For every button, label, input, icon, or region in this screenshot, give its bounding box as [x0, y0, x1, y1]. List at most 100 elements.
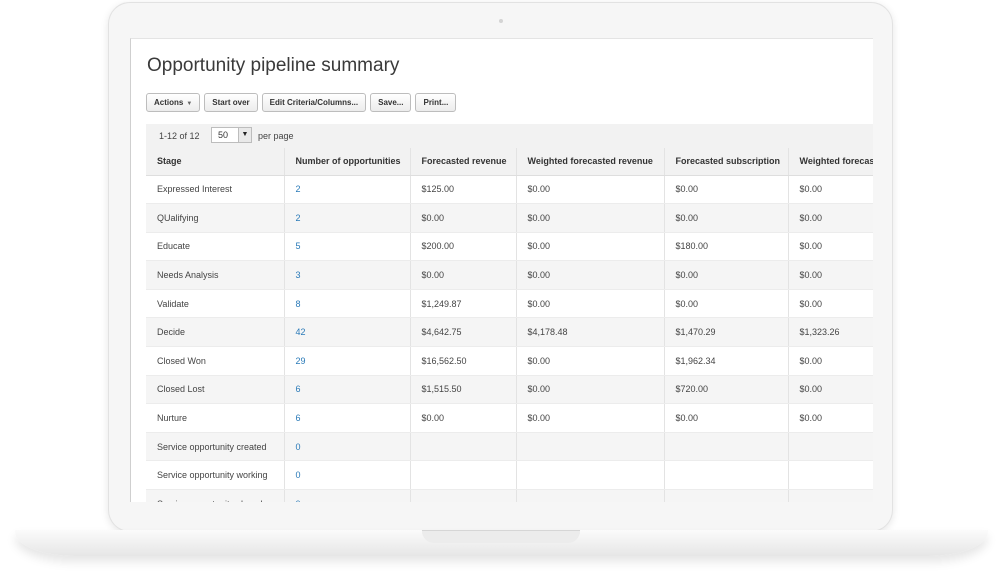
stage-cell: Validate: [146, 289, 285, 319]
stage-cell: Service opportunity working: [146, 460, 285, 491]
start-over-button[interactable]: Start over: [204, 93, 258, 112]
value-cell: $0.00: [788, 232, 873, 262]
column-header[interactable]: Stage: [146, 148, 285, 176]
value-cell: $0.00: [516, 375, 665, 405]
value-cell: $0.00: [788, 175, 873, 205]
table-row: Educate 5 $200.00 $0.00 $180.00 $0.00: [146, 232, 873, 262]
camera-dot: [499, 19, 503, 23]
actions-button[interactable]: Actions ▼: [146, 93, 201, 112]
opportunity-count-link[interactable]: 6: [284, 403, 411, 433]
stage-cell: Expressed Interest: [146, 175, 285, 205]
value-cell: [788, 489, 873, 502]
value-cell: $0.00: [788, 289, 873, 319]
pager-bar: 1-12 of 12 50 ▼ per page: [146, 124, 873, 148]
pipeline-table: Stage Number of opportunities Forecasted r…: [146, 148, 873, 502]
value-cell: $1,323.26: [788, 317, 873, 348]
table-row: Closed Lost 6 $1,515.50 $0.00 $720.00 $0.00: [146, 375, 873, 405]
value-cell: $4,178.48: [516, 317, 665, 348]
value-cell: $1,249.87: [410, 289, 517, 319]
stage-cell: Service opportunity created: [146, 432, 285, 462]
value-cell: $180.00: [664, 232, 789, 262]
value-cell: $1,962.34: [664, 346, 789, 376]
value-cell: $0.00: [516, 346, 665, 376]
value-cell: $16,562.50: [410, 346, 517, 376]
value-cell: [788, 432, 873, 462]
value-cell: $0.00: [516, 403, 665, 433]
table-body: Expressed Interest 2 $125.00 $0.00 $0.00 $0.0…: [146, 175, 873, 502]
value-cell: $0.00: [410, 203, 517, 233]
table-row: Service opportunity closed0: [146, 489, 873, 502]
opportunity-count-link[interactable]: 8: [284, 289, 411, 319]
value-cell: [664, 489, 789, 502]
value-cell: $125.00: [410, 175, 517, 205]
column-header[interactable]: Weighted forecasted subscription: [788, 148, 873, 176]
value-cell: $0.00: [410, 260, 517, 290]
opportunity-count-link[interactable]: 5: [284, 232, 411, 262]
value-cell: $0.00: [516, 260, 665, 290]
record-count: 1-12 of 12: [159, 131, 200, 141]
column-header[interactable]: Forecasted revenue: [410, 148, 517, 176]
value-cell: $1,470.29: [664, 317, 789, 348]
toolbar: Actions ▼ Start over Edit Criteria/Column…: [146, 93, 457, 112]
value-cell: [516, 432, 665, 462]
stage-cell: Service opportunity closed: [146, 489, 285, 502]
print-button[interactable]: Print...: [415, 93, 457, 112]
stage-cell: Needs Analysis: [146, 260, 285, 290]
opportunity-count-link[interactable]: 29: [284, 346, 411, 376]
opportunity-count-link[interactable]: 0: [284, 489, 411, 502]
table-row: Service opportunity working 0: [146, 460, 873, 491]
value-cell: $4,642.75: [410, 317, 517, 348]
value-cell: $0.00: [664, 403, 789, 433]
opportunity-count-link[interactable]: 2: [284, 175, 411, 205]
save-button[interactable]: Save...: [370, 93, 412, 112]
screen: Opportunity pipeline summary Actions ▼ St…: [130, 38, 873, 502]
stage-cell: Closed Lost: [146, 375, 285, 405]
value-cell: $0.00: [788, 375, 873, 405]
opportunity-count-link[interactable]: 0: [284, 432, 411, 462]
dropdown-arrow-icon[interactable]: ▼: [238, 128, 251, 142]
stage-cell: Closed Won: [146, 346, 285, 376]
value-cell: $1,515.50: [410, 375, 517, 405]
value-cell: $0.00: [664, 289, 789, 319]
edit-criteria-button[interactable]: Edit Criteria/Columns...: [261, 93, 367, 112]
laptop-notch: [422, 530, 580, 543]
value-cell: $0.00: [516, 175, 665, 205]
value-cell: $0.00: [516, 289, 665, 319]
opportunity-count-link[interactable]: 0: [284, 460, 411, 491]
value-cell: $720.00: [664, 375, 789, 405]
value-cell: $0.00: [788, 260, 873, 290]
value-cell: $0.00: [788, 403, 873, 433]
column-header[interactable]: Forecasted subscription: [664, 148, 789, 176]
value-cell: [664, 460, 789, 491]
value-cell: $0.00: [664, 175, 789, 205]
table-row: Needs Analysis 3 $0.00 $0.00 $0.00 $0.00: [146, 260, 873, 290]
table-row: Closed Won 29 $16,562.50 $0.00 $1,962.34 $0.0…: [146, 346, 873, 376]
opportunity-count-link[interactable]: 3: [284, 260, 411, 290]
opportunity-count-link[interactable]: 6: [284, 375, 411, 405]
opportunity-count-link[interactable]: 42: [284, 317, 411, 348]
stage-cell: Decide: [146, 317, 285, 348]
per-page-select[interactable]: 50 ▼: [211, 127, 252, 143]
caret-down-icon: ▼: [186, 101, 193, 107]
value-cell: $0.00: [516, 232, 665, 262]
value-cell: $0.00: [410, 403, 517, 433]
value-cell: [788, 460, 873, 491]
value-cell: [516, 489, 665, 502]
per-page-label: per page: [258, 131, 294, 141]
table-row: Expressed Interest 2 $125.00 $0.00 $0.00 $0.0…: [146, 175, 873, 205]
table-row: QUalifying 2 $0.00 $0.00 $0.00 $0.00: [146, 203, 873, 233]
value-cell: $0.00: [788, 346, 873, 376]
column-header[interactable]: Number of opportunities: [284, 148, 411, 176]
value-cell: $0.00: [516, 203, 665, 233]
opportunity-count-link[interactable]: 2: [284, 203, 411, 233]
table-row: Service opportunity created 0: [146, 432, 873, 462]
page-title: Opportunity pipeline summary: [147, 55, 400, 76]
column-header[interactable]: Weighted forecasted revenue: [516, 148, 665, 176]
stage-cell: QUalifying: [146, 203, 285, 233]
value-cell: [410, 489, 517, 502]
table-row: Decide 42 $4,642.75 $4,178.48 $1,470.29 $1,32…: [146, 317, 873, 348]
table-row: Nurture 6 $0.00 $0.00 $0.00 $0.00: [146, 403, 873, 433]
stage-cell: Educate: [146, 232, 285, 262]
value-cell: $0.00: [664, 203, 789, 233]
value-cell: [410, 460, 517, 491]
